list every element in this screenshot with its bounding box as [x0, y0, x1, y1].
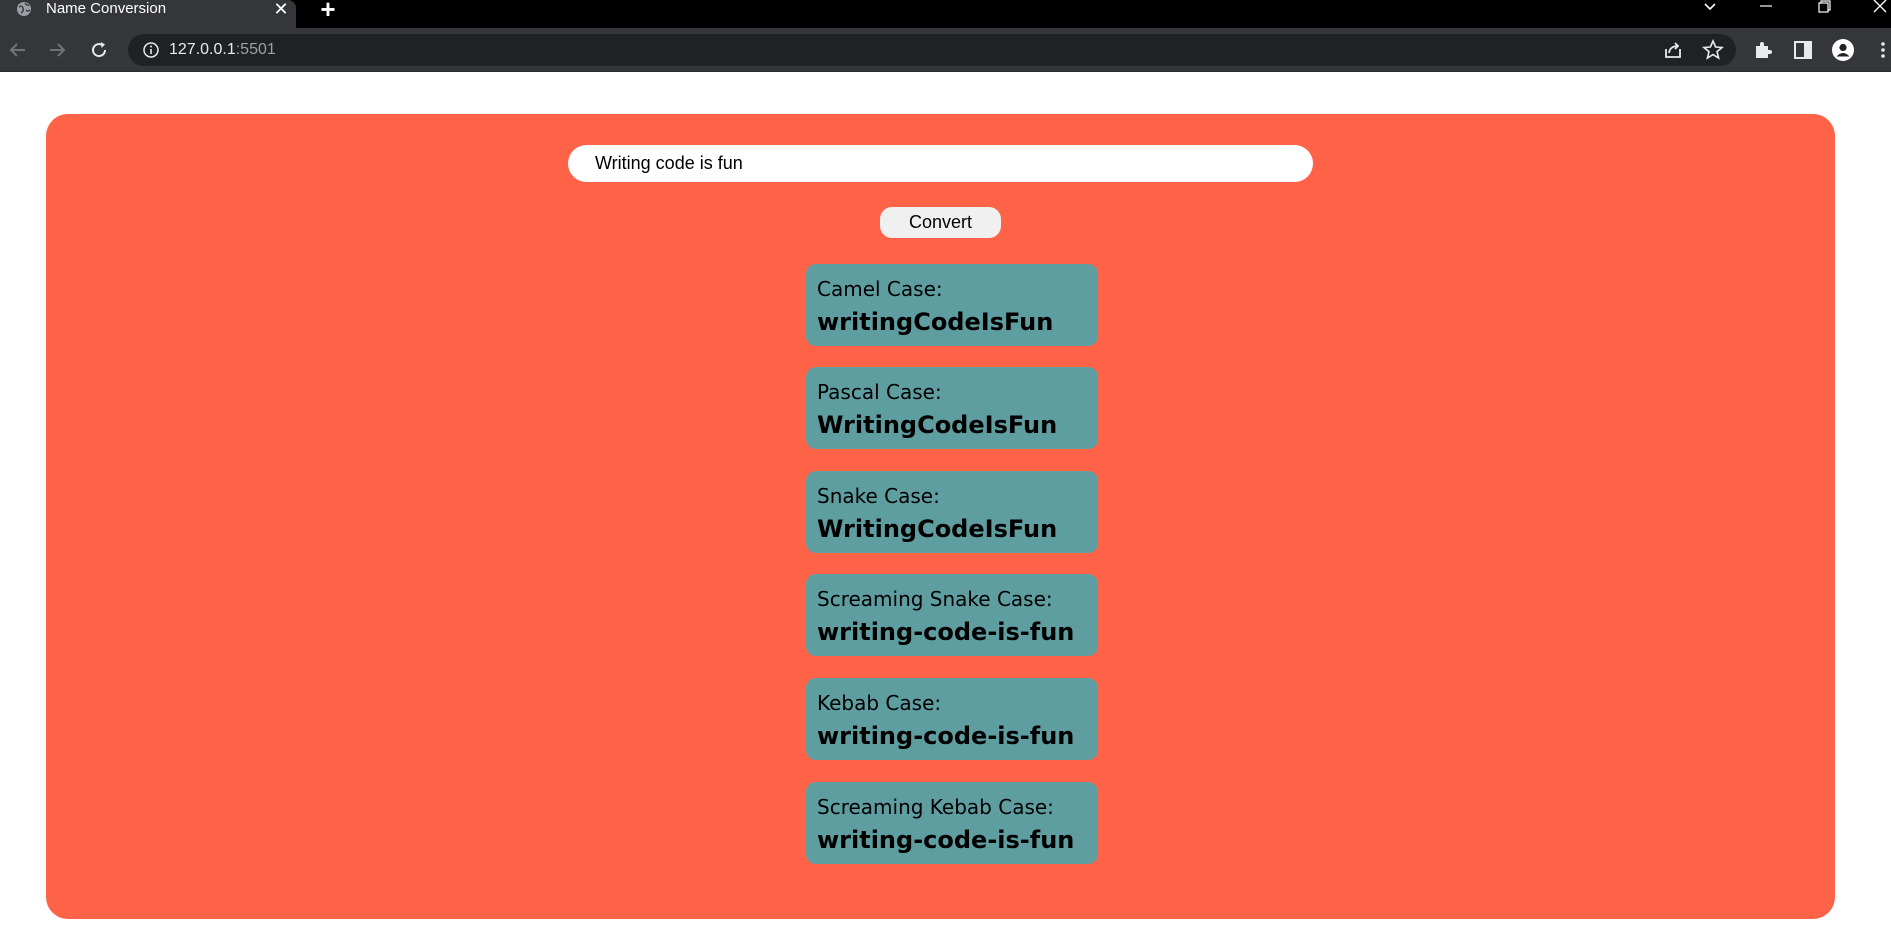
result-card-kebab: Kebab Case: writing-code-is-fun: [806, 678, 1098, 760]
result-card-pascal: Pascal Case: WritingCodeIsFun: [806, 367, 1098, 449]
star-icon[interactable]: [1701, 38, 1725, 62]
result-value: writing-code-is-fun: [817, 618, 1075, 646]
info-icon[interactable]: [142, 41, 160, 59]
reload-icon[interactable]: [87, 38, 111, 62]
minimize-icon[interactable]: [1756, 0, 1776, 16]
result-label: Screaming Kebab Case:: [817, 795, 1054, 819]
close-window-icon[interactable]: [1870, 0, 1890, 16]
result-label: Camel Case:: [817, 277, 943, 301]
globe-icon: [17, 2, 31, 16]
forward-icon[interactable]: [45, 38, 69, 62]
url-host: 127.0.0.1: [169, 41, 236, 58]
menu-icon[interactable]: [1871, 38, 1891, 62]
back-icon[interactable]: [6, 38, 30, 62]
result-value: WritingCodeIsFun: [817, 515, 1058, 543]
result-label: Pascal Case:: [817, 380, 942, 404]
extensions-icon[interactable]: [1751, 38, 1775, 62]
convert-button[interactable]: Convert: [880, 207, 1001, 238]
result-label: Kebab Case:: [817, 691, 942, 715]
new-tab-button[interactable]: +: [316, 0, 340, 22]
url-text[interactable]: 127.0.0.1:5501: [169, 40, 276, 60]
tab-close-icon[interactable]: ✕: [272, 0, 290, 18]
result-card-screaming-kebab: Screaming Kebab Case: writing-code-is-fu…: [806, 782, 1098, 864]
url-port: :5501: [235, 41, 276, 58]
result-value: writingCodeIsFun: [817, 308, 1054, 336]
address-bar[interactable]: [128, 34, 1736, 66]
result-card-snake: Snake Case: WritingCodeIsFun: [806, 471, 1098, 553]
tab-title: Name Conversion: [46, 0, 167, 17]
name-input[interactable]: [568, 145, 1313, 182]
tab-search-icon[interactable]: [1700, 0, 1720, 16]
restore-icon[interactable]: [1814, 0, 1834, 16]
browser-tab[interactable]: Name Conversion ✕: [0, 0, 296, 28]
share-icon[interactable]: [1661, 38, 1685, 62]
result-value: writing-code-is-fun: [817, 826, 1075, 854]
result-value: WritingCodeIsFun: [817, 411, 1058, 439]
result-label: Screaming Snake Case:: [817, 587, 1053, 611]
result-label: Snake Case:: [817, 484, 940, 508]
result-value: writing-code-is-fun: [817, 722, 1075, 750]
profile-icon[interactable]: [1831, 38, 1855, 62]
side-panel-icon[interactable]: [1791, 38, 1815, 62]
tab-strip: Name Conversion ✕ +: [0, 0, 1891, 28]
result-card-camel: Camel Case: writingCodeIsFun: [806, 264, 1098, 346]
result-card-screaming-snake: Screaming Snake Case: writing-code-is-fu…: [806, 574, 1098, 656]
